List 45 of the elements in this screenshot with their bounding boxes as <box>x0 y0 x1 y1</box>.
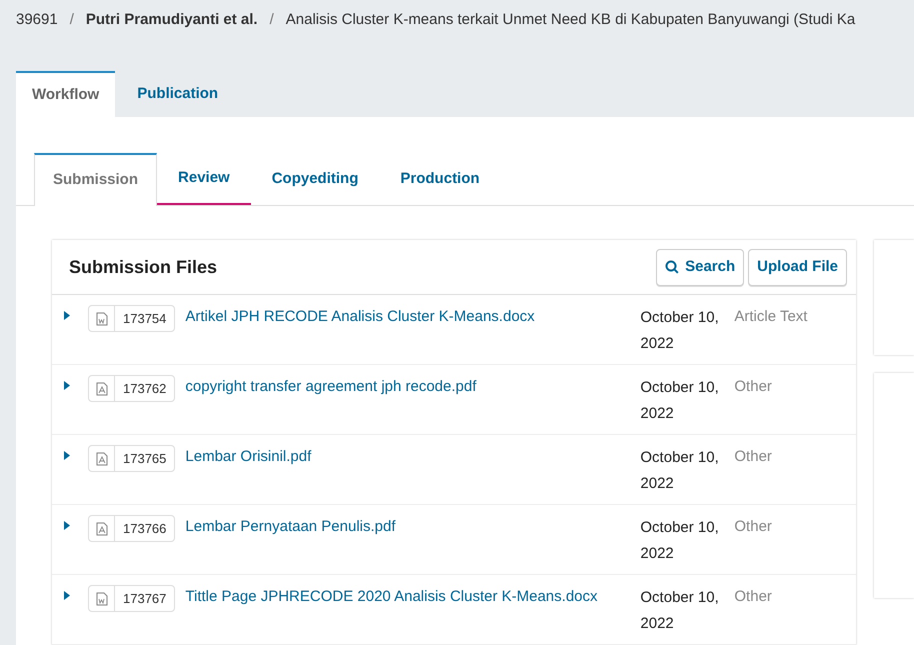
workflow-tab[interactable]: Workflow <box>16 70 116 117</box>
file-name-link[interactable]: Lembar Orisinil.pdf <box>185 445 640 504</box>
file-component: Other <box>734 377 772 397</box>
file-component: Article Text <box>734 307 808 327</box>
expand-arrow-icon[interactable] <box>64 520 72 530</box>
workflow-tab[interactable]: Publication <box>115 70 240 117</box>
word-document-icon <box>96 592 108 606</box>
file-id: 173766 <box>122 520 168 538</box>
file-name-link[interactable]: Lembar Pernyataan Penulis.pdf <box>185 515 640 574</box>
stage-tab[interactable]: Review <box>157 153 251 205</box>
file-date: October 10, 2022 <box>640 518 720 564</box>
file-date: October 10, 2022 <box>640 448 720 494</box>
panel-title: Submission Files <box>69 256 218 278</box>
expand-arrow-icon[interactable] <box>64 310 72 320</box>
file-name-link[interactable]: copyright transfer agreement jph recode.pdf <box>185 375 640 434</box>
file-date: October 10, 2022 <box>640 588 720 634</box>
file-id: 173754 <box>122 310 168 328</box>
upload-file-button[interactable]: Upload File <box>748 248 847 286</box>
expand-arrow-icon[interactable] <box>64 590 72 600</box>
stage-tab[interactable]: Submission <box>34 153 158 206</box>
file-component: Other <box>734 587 772 607</box>
file-date: October 10, 2022 <box>640 308 720 354</box>
stage-tab[interactable]: Production <box>379 153 501 205</box>
file-date: October 10, 2022 <box>640 378 720 424</box>
submission-title: Analisis Cluster K-means terkait Unmet Need KB di Kabupaten Banyuwangi (Studi Ka <box>286 10 856 30</box>
submission-id: 39691 <box>16 10 58 30</box>
word-document-icon <box>96 312 108 326</box>
file-name-link[interactable]: Tittle Page JPHRECODE 2020 Analisis Cluster K-Means.docx <box>185 585 640 644</box>
file-name-link[interactable]: Artikel JPH RECODE Analisis Cluster K-Means.docx <box>185 305 640 364</box>
pdf-document-icon <box>96 522 108 536</box>
authors: Putri Pramudiyanti et al. <box>86 10 258 30</box>
file-component: Other <box>734 517 772 537</box>
search-button[interactable]: Search <box>656 248 744 286</box>
file-component: Other <box>734 447 772 467</box>
breadcrumb-separator: / <box>70 10 74 30</box>
file-id: 173762 <box>122 380 168 398</box>
expand-arrow-icon[interactable] <box>64 450 72 460</box>
expand-arrow-icon[interactable] <box>64 380 72 390</box>
breadcrumb-separator: / <box>270 10 274 30</box>
search-icon <box>665 260 680 274</box>
pdf-document-icon <box>96 382 108 396</box>
pdf-document-icon <box>96 452 108 466</box>
file-id: 173767 <box>122 590 168 608</box>
file-id: 173765 <box>122 450 168 468</box>
stage-tab[interactable]: Copyediting <box>250 153 380 205</box>
